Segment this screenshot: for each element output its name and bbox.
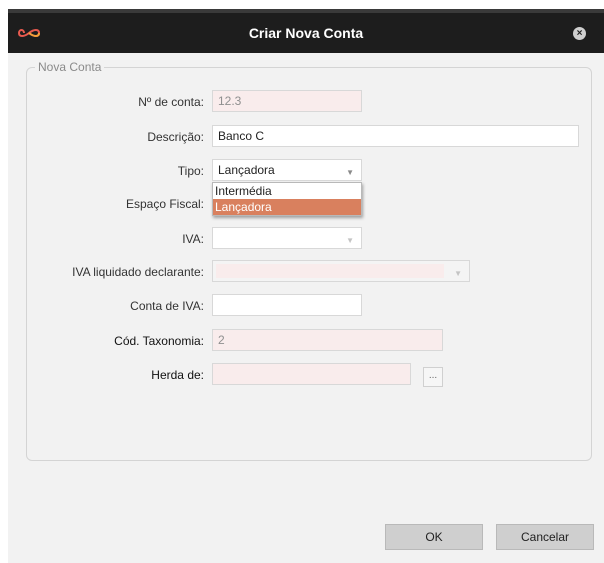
- espaco-fiscal-label: Espaço Fiscal:: [125, 197, 204, 211]
- conta-iva-input[interactable]: [212, 294, 362, 316]
- iva-label: IVA:: [182, 232, 204, 246]
- chevron-down-icon[interactable]: ▼: [454, 267, 462, 281]
- ok-button-label: OK: [425, 530, 443, 544]
- title-bar: Criar Nova Conta ×: [8, 9, 604, 53]
- cancel-button-label: Cancelar: [520, 530, 570, 544]
- iva-liquidado-select[interactable]: ▼: [212, 260, 470, 282]
- dropdown-option-intermedia[interactable]: Intermédia: [213, 183, 361, 199]
- group-legend: Nova Conta: [35, 60, 105, 74]
- browse-button[interactable]: ...: [423, 367, 443, 387]
- iva-liquidado-value-box: [216, 264, 444, 278]
- cod-taxonomia-field: 2: [212, 329, 443, 351]
- iva-select[interactable]: ▼: [212, 227, 362, 249]
- cod-taxonomia-label: Cód. Taxonomia:: [114, 334, 204, 348]
- tipo-dropdown-list: Intermédia Lançadora: [212, 182, 362, 216]
- ok-button[interactable]: OK: [385, 524, 483, 550]
- close-icon[interactable]: ×: [573, 27, 586, 40]
- chevron-down-icon[interactable]: ▼: [346, 166, 354, 180]
- tipo-select[interactable]: Lançadora ▼: [212, 159, 362, 181]
- dialog-window: Criar Nova Conta × Nova Conta Nº de cont…: [8, 9, 604, 563]
- descricao-label: Descrição:: [147, 130, 204, 144]
- numero-conta-field: 12.3: [212, 90, 362, 112]
- numero-conta-label: Nº de conta:: [138, 95, 204, 109]
- cancel-button[interactable]: Cancelar: [496, 524, 594, 550]
- tipo-label: Tipo:: [177, 164, 204, 178]
- dialog-title: Criar Nova Conta: [248, 25, 364, 41]
- chevron-down-icon[interactable]: ▼: [346, 234, 354, 248]
- iva-liquidado-label: IVA liquidado declarante:: [72, 265, 204, 279]
- conta-iva-label: Conta de IVA:: [130, 299, 204, 313]
- dropdown-option-lancadora[interactable]: Lançadora: [213, 199, 361, 215]
- descricao-input[interactable]: Banco C: [212, 125, 579, 147]
- tipo-selected-value: Lançadora: [218, 163, 275, 177]
- herda-de-label: Herda de:: [151, 368, 204, 382]
- herda-de-field: [212, 363, 411, 385]
